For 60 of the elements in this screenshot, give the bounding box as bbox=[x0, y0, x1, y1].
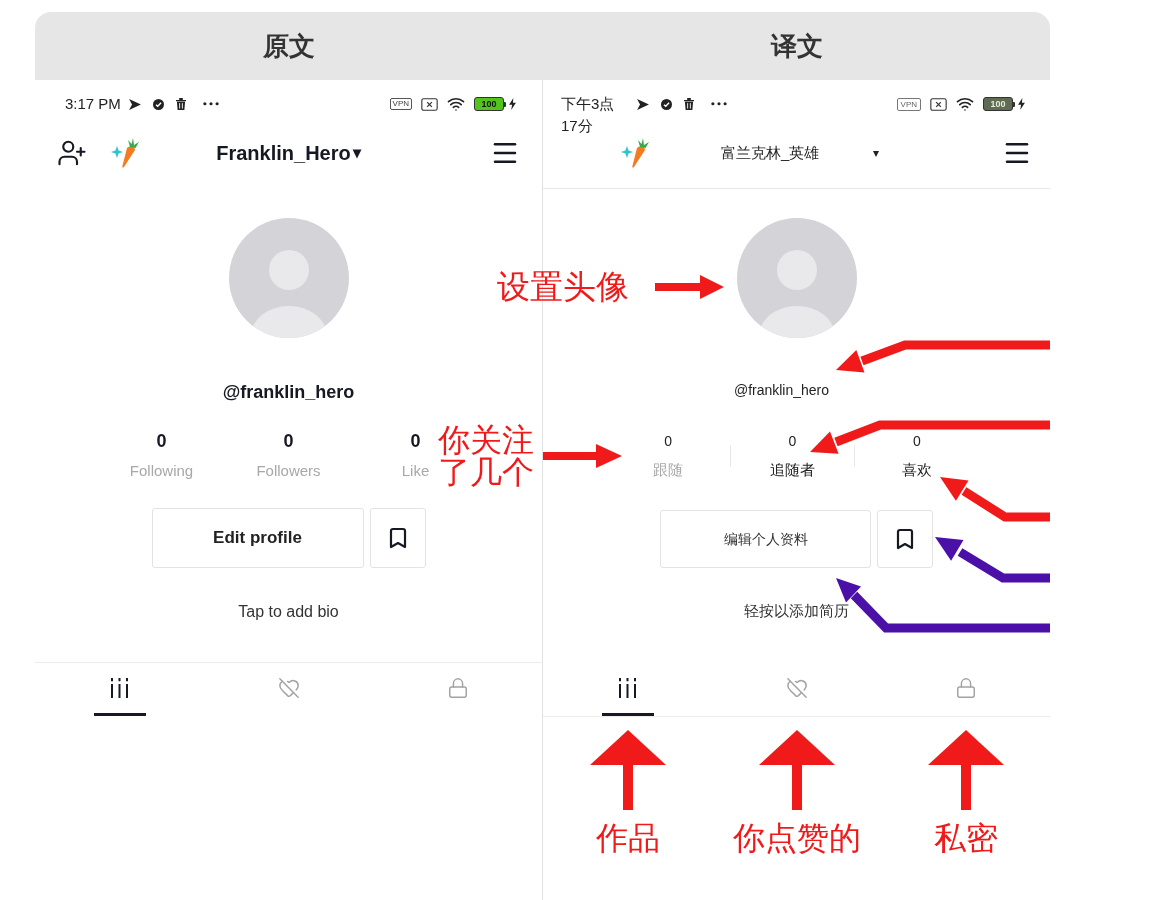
status-time: 下午3点 bbox=[561, 94, 615, 114]
wifi-icon bbox=[956, 95, 974, 113]
stat-label: Like bbox=[401, 461, 430, 481]
stat-value: 0 bbox=[664, 432, 673, 450]
vpn-indicator: VPN bbox=[896, 97, 921, 111]
heart-slash-icon bbox=[785, 677, 808, 699]
column-title: 原文 bbox=[263, 29, 315, 63]
bookmark-button[interactable] bbox=[877, 510, 933, 568]
bookmark-button[interactable] bbox=[369, 508, 426, 568]
carrot-icon bbox=[621, 138, 649, 168]
grid-icon bbox=[619, 678, 636, 698]
more-icon bbox=[711, 102, 728, 106]
account-switcher[interactable]: Franklin_Hero▾ bbox=[216, 138, 361, 168]
more-icon bbox=[202, 102, 219, 106]
stat-value: 0 bbox=[283, 430, 294, 453]
trash-icon bbox=[684, 98, 695, 110]
vpn-indicator: VPN bbox=[389, 98, 412, 110]
battery-indicator: 100 bbox=[983, 97, 1015, 111]
crossed-box-icon bbox=[930, 97, 947, 111]
stat-label: 跟随 bbox=[653, 460, 684, 480]
account-switcher[interactable]: 富兰克林_英雄 ▾ bbox=[721, 141, 879, 165]
stat-label: 追随者 bbox=[770, 460, 815, 480]
edit-profile-button[interactable]: 编辑个人资料 bbox=[660, 510, 871, 568]
stat-label: Followers bbox=[256, 461, 321, 481]
location-arrow-icon bbox=[128, 98, 141, 110]
annotation-label: 你关注了几个 bbox=[438, 424, 535, 488]
annotation-label: 私密 bbox=[933, 822, 998, 854]
add-user-icon[interactable] bbox=[57, 138, 87, 168]
bio-prompt[interactable]: Tap to add bio bbox=[238, 601, 339, 623]
stat-value: 0 bbox=[788, 432, 797, 450]
annotation-arrow bbox=[655, 275, 724, 299]
status-time: 17分 bbox=[561, 116, 594, 136]
grid-icon bbox=[111, 678, 128, 698]
stat-value: 0 bbox=[410, 430, 421, 453]
stat-value: 0 bbox=[912, 432, 921, 450]
stat-value: 0 bbox=[156, 430, 167, 453]
stat-label: Following bbox=[129, 461, 194, 481]
charging-icon bbox=[1018, 98, 1025, 110]
charging-icon bbox=[509, 98, 516, 110]
edit-profile-button[interactable]: Edit profile bbox=[151, 508, 364, 568]
bio-prompt[interactable]: 轻按以添加简历 bbox=[744, 601, 849, 621]
stat-label: 喜欢 bbox=[901, 460, 932, 480]
carrot-icon bbox=[111, 138, 139, 168]
annotation-label: 作品 bbox=[595, 822, 660, 854]
crossed-box-icon bbox=[421, 97, 438, 111]
trash-icon bbox=[175, 98, 186, 110]
username-handle: @franklin_hero bbox=[733, 381, 830, 399]
lock-icon bbox=[446, 677, 469, 699]
username-handle: @franklin_hero bbox=[222, 381, 355, 404]
lock-icon bbox=[954, 677, 977, 699]
check-circle-icon bbox=[661, 98, 673, 110]
wifi-icon bbox=[447, 95, 465, 113]
status-time: 3:17 PM bbox=[65, 93, 121, 114]
heart-slash-icon bbox=[277, 677, 300, 699]
location-arrow-icon bbox=[637, 98, 650, 110]
annotation-label: 设置头像 bbox=[497, 270, 629, 303]
annotation-label: 你点赞的 bbox=[732, 822, 861, 854]
column-title: 译文 bbox=[770, 29, 823, 63]
battery-indicator: 100 bbox=[474, 97, 506, 111]
check-circle-icon bbox=[152, 98, 164, 110]
